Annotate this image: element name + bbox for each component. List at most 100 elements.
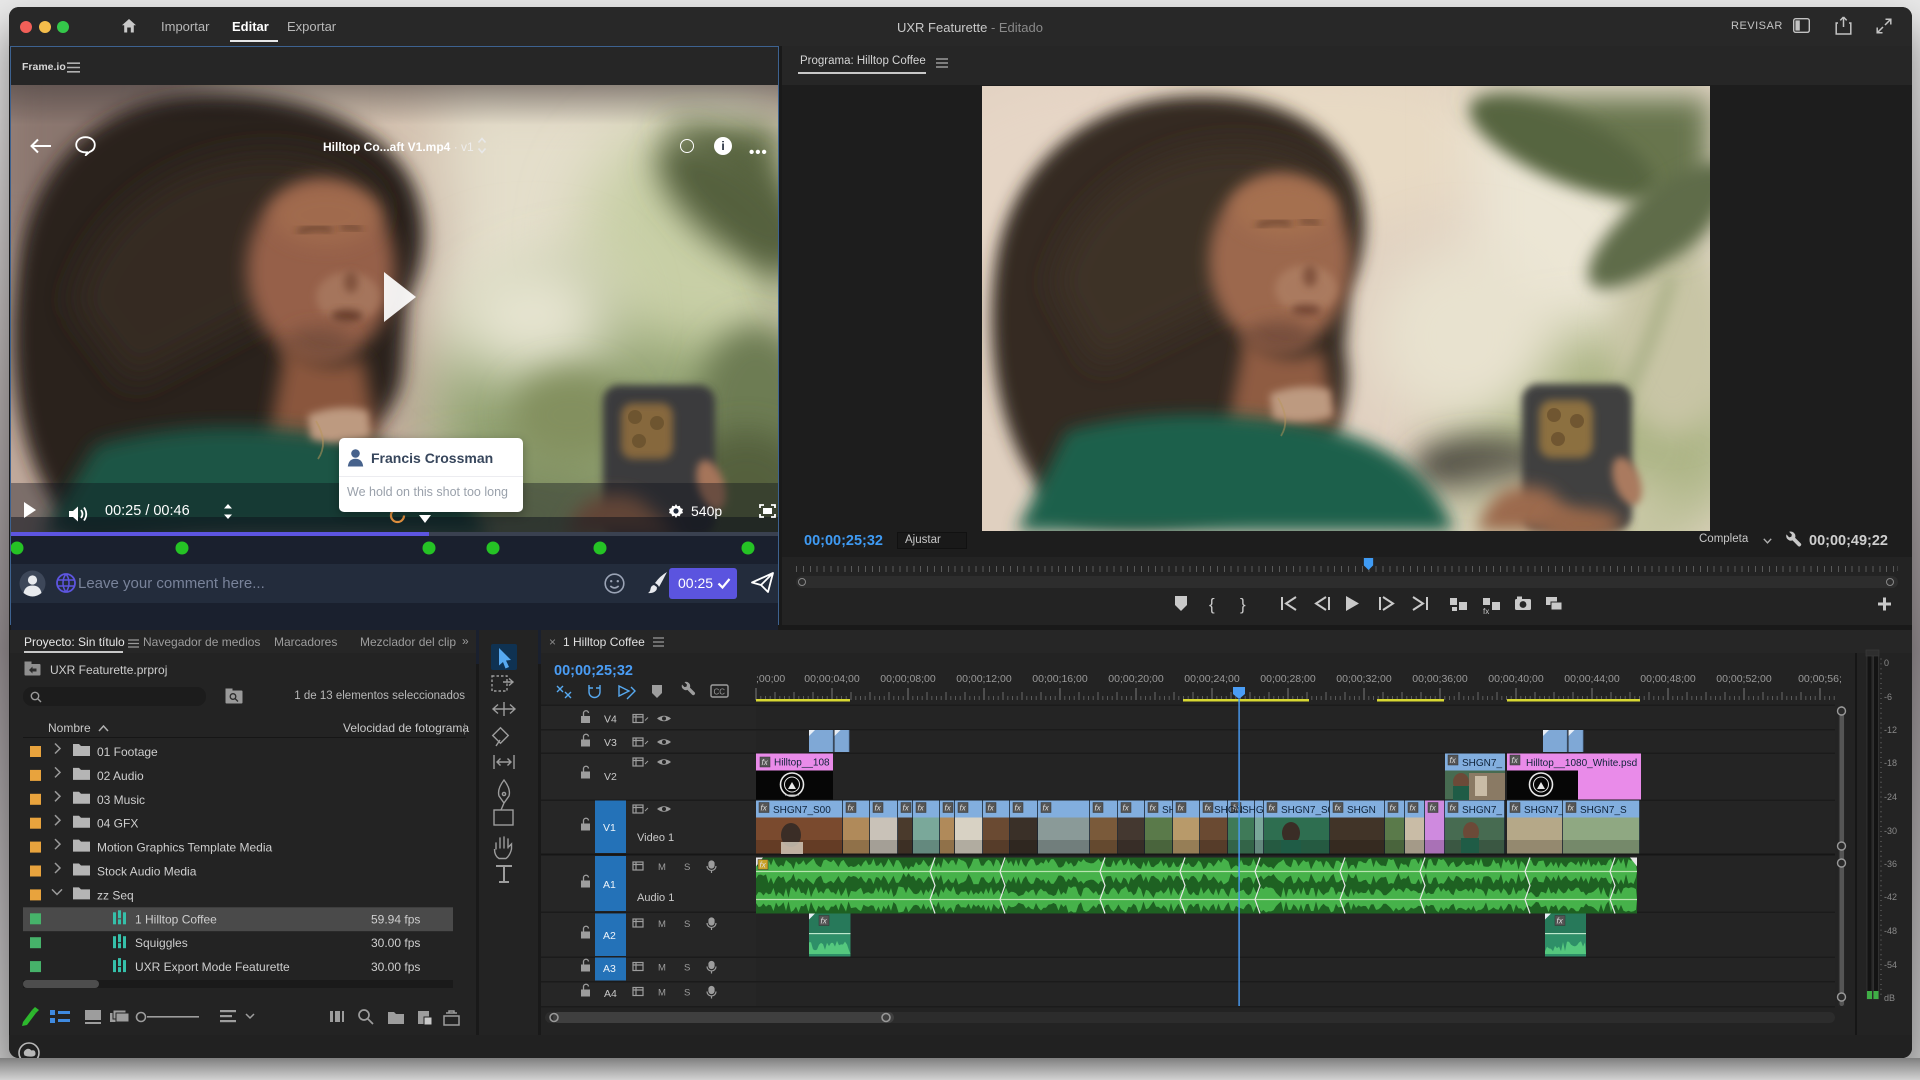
svg-text:00;00;04;00: 00;00;04;00 [804, 673, 860, 685]
svg-text:V1: V1 [603, 822, 616, 834]
svg-text:zz Seq: zz Seq [97, 888, 134, 902]
svg-text:00;00;08;00: 00;00;08;00 [880, 673, 936, 685]
svg-text:}: } [1240, 595, 1246, 614]
svg-text:fx: fx [1123, 804, 1130, 813]
svg-text:fx: fx [1410, 804, 1417, 813]
svg-text:S: S [684, 919, 690, 930]
svg-text:Hilltop__108: Hilltop__108 [774, 758, 830, 769]
svg-text:SHG: SHG [1242, 805, 1264, 816]
svg-text:fx: fx [1483, 607, 1489, 616]
svg-text:A1: A1 [603, 879, 616, 891]
svg-text:fx: fx [988, 804, 995, 813]
svg-text:SHGN: SHGN [1347, 805, 1376, 816]
svg-text:V2: V2 [604, 771, 617, 783]
svg-text:fx: fx [1205, 804, 1212, 813]
svg-text:×: × [549, 635, 556, 649]
svg-text:00;00;40;00: 00;00;40;00 [1488, 673, 1544, 685]
svg-text:1 Hilltop Coffee: 1 Hilltop Coffee [135, 912, 217, 926]
svg-text:A3: A3 [603, 963, 616, 975]
svg-text:SHGN7_: SHGN7_ [1462, 805, 1502, 816]
svg-text:00;00;24;00: 00;00;24;00 [1184, 673, 1240, 685]
svg-text:dB: dB [1884, 993, 1895, 1003]
svg-text:fx: fx [1512, 804, 1519, 813]
svg-text:S: S [684, 862, 690, 873]
svg-text:;00;00: ;00;00 [756, 673, 785, 685]
svg-text:fx: fx [761, 804, 768, 813]
svg-text:fx: fx [1512, 756, 1519, 765]
svg-text:fx: fx [821, 917, 828, 926]
svg-text:M: M [658, 919, 666, 930]
svg-text:0: 0 [1884, 658, 1889, 668]
svg-text:1 Hilltop Coffee: 1 Hilltop Coffee [563, 635, 645, 649]
svg-text:SHGN7_S0: SHGN7_S0 [1281, 805, 1334, 816]
svg-text:Squiggles: Squiggles [135, 936, 188, 950]
svg-text:-36: -36 [1884, 859, 1897, 869]
svg-text:00;00;48;00: 00;00;48;00 [1640, 673, 1696, 685]
svg-text:fx: fx [903, 804, 910, 813]
svg-text:Video 1: Video 1 [637, 832, 674, 844]
svg-text:fx: fx [1450, 756, 1457, 765]
svg-text:fx: fx [918, 804, 925, 813]
svg-text:fx: fx [1568, 804, 1575, 813]
svg-text:01 Footage: 01 Footage [97, 745, 158, 759]
svg-text:fx: fx [875, 804, 882, 813]
svg-text:-42: -42 [1884, 892, 1897, 902]
svg-text:00;00;44;00: 00;00;44;00 [1564, 673, 1620, 685]
svg-text:fx: fx [1430, 804, 1437, 813]
svg-text:V3: V3 [604, 737, 617, 749]
svg-text:fx: fx [1335, 804, 1342, 813]
svg-text:-48: -48 [1884, 926, 1897, 936]
svg-text:fx: fx [1390, 804, 1397, 813]
svg-text:-18: -18 [1884, 758, 1897, 768]
svg-text:00;00;25;32: 00;00;25;32 [554, 663, 633, 679]
svg-text:-6: -6 [1884, 692, 1892, 702]
svg-text:30.00 fps: 30.00 fps [371, 936, 420, 950]
svg-text:SHGN7_: SHGN7_ [1462, 758, 1502, 769]
svg-text:S: S [684, 963, 690, 974]
svg-text:fx: fx [760, 861, 767, 870]
svg-text:UXR Export Mode Featurette: UXR Export Mode Featurette [135, 960, 290, 974]
svg-text:SHGN7_S00: SHGN7_S00 [773, 805, 831, 816]
svg-text:00;00;16;00: 00;00;16;00 [1032, 673, 1088, 685]
svg-text:{: { [1209, 595, 1215, 614]
svg-text:fx: fx [762, 758, 769, 767]
svg-text:S: S [684, 988, 690, 999]
svg-text:00;00;20;00: 00;00;20;00 [1108, 673, 1164, 685]
svg-text:fx: fx [1178, 804, 1185, 813]
svg-text:A2: A2 [603, 930, 616, 942]
svg-text:03 Music: 03 Music [97, 793, 145, 807]
svg-text:00;00;52;00: 00;00;52;00 [1716, 673, 1772, 685]
svg-text:fx: fx [1450, 804, 1457, 813]
svg-text:-24: -24 [1884, 792, 1897, 802]
svg-text:00;00;28;00: 00;00;28;00 [1260, 673, 1316, 685]
svg-text:-54: -54 [1884, 960, 1897, 970]
svg-text:59.94 fps: 59.94 fps [371, 912, 420, 926]
svg-text:00;00;36;00: 00;00;36;00 [1412, 673, 1468, 685]
svg-text:V4: V4 [604, 714, 617, 726]
svg-text:-12: -12 [1884, 725, 1897, 735]
svg-text:CC: CC [714, 688, 726, 697]
svg-text:Stock Audio Media: Stock Audio Media [97, 865, 197, 879]
svg-text:fx: fx [1150, 804, 1157, 813]
svg-text:fx: fx [945, 804, 952, 813]
svg-text:fx: fx [848, 804, 855, 813]
svg-text:fx: fx [1557, 917, 1564, 926]
svg-text:fx: fx [960, 804, 967, 813]
svg-text:M: M [658, 862, 666, 873]
svg-text:Audio 1: Audio 1 [637, 892, 674, 904]
svg-text:fx: fx [1269, 804, 1276, 813]
svg-text:00;00;12;00: 00;00;12;00 [956, 673, 1012, 685]
svg-text:M: M [658, 963, 666, 974]
svg-text:fx: fx [1095, 804, 1102, 813]
svg-text:00;00;32;00: 00;00;32;00 [1336, 673, 1392, 685]
svg-text:-30: -30 [1884, 826, 1897, 836]
svg-text:SHGN7_S: SHGN7_S [1580, 805, 1627, 816]
svg-text:M: M [658, 988, 666, 999]
svg-text:02 Audio: 02 Audio [97, 769, 144, 783]
svg-text:fx: fx [1043, 804, 1050, 813]
svg-text:fx: fx [1015, 804, 1022, 813]
svg-text:00;00;56;: 00;00;56; [1798, 673, 1842, 685]
svg-text:04 GFX: 04 GFX [97, 817, 138, 831]
svg-text:Hilltop__1080_White.psd: Hilltop__1080_White.psd [1526, 758, 1637, 769]
svg-text:A4: A4 [604, 988, 617, 1000]
